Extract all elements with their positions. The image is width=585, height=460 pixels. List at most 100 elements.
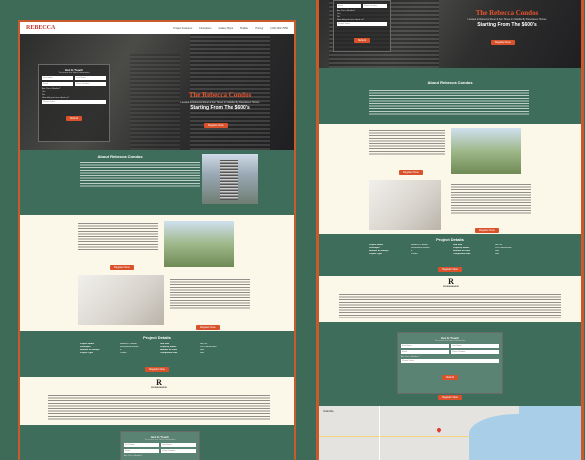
nav-link-features[interactable]: Project Features <box>173 27 192 30</box>
page-preview-right: Email Phone Number Are You a Realtor? Yes… <box>316 0 584 460</box>
hear-about-label: How did you hear about us? <box>42 97 70 99</box>
lobby-photo <box>78 275 164 325</box>
about-title: About Rebecca Condos <box>97 154 143 159</box>
detail-value: Rosehaven Homes <box>411 247 430 249</box>
feature-block-1: Register Now <box>20 215 294 271</box>
right-feature-block-2: Register Now <box>319 176 581 234</box>
right-bottom-phone-field[interactable]: Phone Number <box>451 350 499 354</box>
right-hero-register-button[interactable]: Register Now <box>491 40 515 45</box>
detail-label: Number of Storeys <box>369 250 389 252</box>
right-no-radio[interactable]: No <box>337 16 387 18</box>
detail-label: Number of Units <box>453 250 471 252</box>
detail-value: N/A <box>495 250 499 252</box>
feature-register-button-2[interactable]: Register Now <box>196 325 220 330</box>
brand-logo[interactable]: REBECCA <box>26 25 55 31</box>
hear-about-select[interactable]: Please Select <box>42 100 106 104</box>
hero-contact-form: Get In Touch To receive the latest Infor… <box>38 64 110 142</box>
right-builder-section: R ROSEHAVEN <box>319 276 581 322</box>
right-phone-field[interactable]: Phone Number <box>363 4 387 8</box>
right-about-title: About Rebecca Condos <box>427 80 473 85</box>
map-place-label: Oakville <box>323 409 334 413</box>
rooftop-photo <box>164 221 234 267</box>
detail-value: Rebecca Condos <box>120 343 137 345</box>
form-submit-button[interactable]: Submit <box>65 116 83 121</box>
bottom-phone-field[interactable]: Phone Number <box>161 449 196 453</box>
first-name-field[interactable]: First Name <box>42 76 73 80</box>
detail-value: Not Yet <box>200 343 208 345</box>
right-email-field[interactable]: Email <box>337 4 361 8</box>
details-cta-wrap: Register Now <box>80 357 234 375</box>
email-field[interactable]: Email <box>42 82 73 86</box>
realtor-yes-radio[interactable]: Yes <box>42 91 106 93</box>
right-project-details-title: Project Details <box>436 237 464 242</box>
detail-label: Project Name <box>80 343 94 345</box>
map-lake-2 <box>519 406 581 426</box>
right-rooftop-photo <box>451 128 521 174</box>
builder-logo: R ROSEHAVEN <box>139 379 179 390</box>
map-road <box>319 436 469 437</box>
builder-section: R ROSEHAVEN <box>20 377 294 425</box>
hero-title: The Rebecca Condos <box>188 91 252 99</box>
hero-price: Starting From The $600's <box>190 105 250 111</box>
right-hero-subtitle: Located at Rebecca Street & Kerr Street … <box>467 18 547 21</box>
right-bottom-realtor-question: Are You a Realtor? <box>401 356 420 358</box>
map-pin-icon[interactable] <box>436 427 442 433</box>
right-form-submit-button[interactable]: Submit <box>353 38 371 43</box>
tower-photo <box>202 154 258 204</box>
right-feature-register-button-1[interactable]: Register Now <box>399 170 423 175</box>
right-about-section: About Rebecca Condos <box>319 68 581 124</box>
nav-link-pricing[interactable]: Pricing <box>255 27 263 30</box>
right-bottom-register-button[interactable]: Register Now <box>438 395 462 400</box>
detail-value: 8 <box>411 250 413 252</box>
right-feature-register-button-2[interactable]: Register Now <box>475 228 499 233</box>
detail-label: Completion Date <box>453 253 471 255</box>
nav-link-gallery[interactable]: Gallery Bpos <box>218 27 233 30</box>
builder-logo-text: ROSEHAVEN <box>151 387 167 389</box>
right-bottom-email-field[interactable]: Email <box>401 350 449 354</box>
project-details-section: Project Details Project Name Rebecca Cond… <box>20 331 294 377</box>
detail-value: Condo <box>411 253 418 255</box>
form-subtitle: To receive the latest Information <box>58 72 90 74</box>
detail-value: Condo <box>120 352 127 354</box>
phone-field[interactable]: Phone Number <box>75 82 106 86</box>
detail-value: N/A <box>200 349 204 351</box>
details-register-button[interactable]: Register Now <box>145 367 169 372</box>
right-details-register-button[interactable]: Register Now <box>438 267 462 272</box>
page-preview-left: REBECCA Project Features Floorplans Gall… <box>18 20 296 460</box>
bottom-form-subtitle: To receive the latest Information <box>144 439 176 441</box>
bottom-email-field[interactable]: Email <box>124 449 159 453</box>
feature-register-button-1[interactable]: Register Now <box>110 265 134 270</box>
nav-link-floorplans[interactable]: Floorplans <box>199 27 211 30</box>
right-bottom-hear-about-select[interactable]: Please Select <box>401 359 499 363</box>
detail-label: Completion Date <box>160 352 178 354</box>
right-yes-radio[interactable]: Yes <box>337 13 387 15</box>
bottom-last-name-field[interactable]: Last Name <box>161 443 196 447</box>
right-bottom-contact-form: Get In Touch To receive the latest Infor… <box>397 332 503 400</box>
nav-link-builder[interactable]: Builder <box>240 27 248 30</box>
detail-value: Rebecca Condos <box>411 244 428 246</box>
right-bottom-last-name-field[interactable]: Last Name <box>451 344 499 348</box>
right-hear-about-select[interactable]: Please Select <box>337 22 387 26</box>
detail-label: Project Name <box>369 244 383 246</box>
bottom-first-name-field[interactable]: First Name <box>124 443 159 447</box>
realtor-no-radio[interactable]: No <box>42 94 106 96</box>
location-map[interactable]: Oakville <box>319 406 581 460</box>
right-builder-logo: R ROSEHAVEN <box>431 278 471 289</box>
right-project-details-table: Project Name Rebecca Condos Unit Size Not Y… <box>369 244 531 255</box>
right-bottom-form-subtitle: To receive the latest Information <box>434 340 466 342</box>
nav-link-phone[interactable]: (416) 900-7650 <box>270 27 288 30</box>
right-bottom-first-name-field[interactable]: First Name <box>401 344 449 348</box>
detail-label: Developer <box>80 346 91 348</box>
right-hero-form: Email Phone Number Are You a Realtor? Yes… <box>333 0 391 52</box>
hero-section: Get In Touch To receive the latest Infor… <box>20 34 294 150</box>
right-bottom-submit-button[interactable]: Submit <box>441 375 459 380</box>
project-details-table: Project Name Rebecca Condos Unit Size Not Y… <box>80 343 234 354</box>
bottom-contact-section: Get In Touch To receive the latest Infor… <box>20 425 294 460</box>
last-name-field[interactable]: Last Name <box>75 76 106 80</box>
right-hero-price: Starting From The $600's <box>477 22 537 28</box>
feature-paragraph-1 <box>78 223 158 251</box>
detail-label: Number of Units <box>160 349 178 351</box>
right-about-paragraph <box>369 90 529 116</box>
detail-label: Unit Size <box>160 343 170 345</box>
hero-register-button[interactable]: Register Now <box>204 123 228 128</box>
